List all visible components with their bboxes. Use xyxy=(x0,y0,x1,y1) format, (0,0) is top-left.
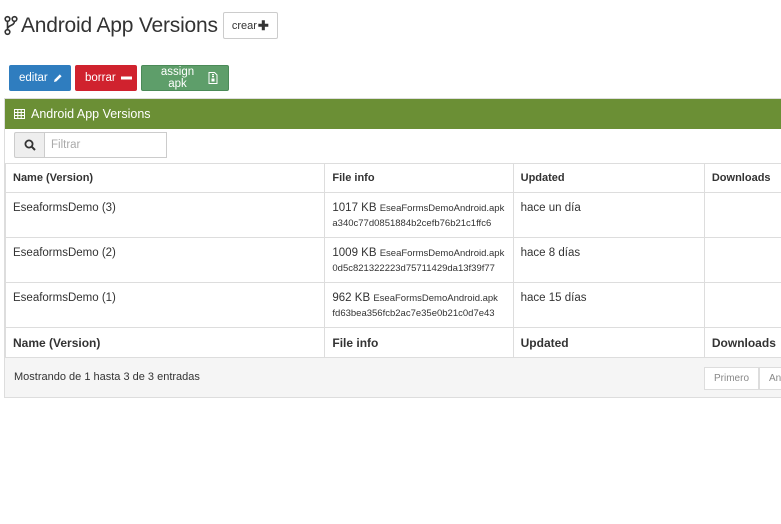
table-info-bar: Mostrando de 1 hasta 3 de 3 entradas Pri… xyxy=(5,357,781,397)
pagination-first[interactable]: Primero xyxy=(704,367,760,390)
footer-header-updated: Updated xyxy=(512,327,705,358)
cell-name: EseaformsDemo (3) xyxy=(4,192,326,238)
pencil-icon xyxy=(53,73,63,83)
edit-button-label: editar xyxy=(19,72,48,84)
footer-header-name: Name (Version) xyxy=(4,327,326,358)
assign-apk-button[interactable]: assign apk xyxy=(141,65,229,91)
entries-info: Mostrando de 1 hasta 3 de 3 entradas xyxy=(14,371,200,383)
file-name: EseaFormsDemoAndroid.apk xyxy=(379,203,505,214)
cell-file-info: 962 KB EseaFormsDemoAndroid.apk fd63bea3… xyxy=(324,282,514,328)
table-footer-row: Name (Version) File info Updated Downloa… xyxy=(4,327,781,358)
footer-header-file-info: File info xyxy=(324,327,514,358)
table-row[interactable]: EseaformsDemo (1) 962 KB EseaFormsDemoAn… xyxy=(4,282,781,328)
column-header-updated[interactable]: Updated xyxy=(512,163,705,193)
file-size: 1017 KB xyxy=(332,202,377,214)
panel-title: Android App Versions xyxy=(31,107,151,121)
action-bar: editar borrar assign apk xyxy=(9,65,229,91)
assign-apk-button-label: assign apk xyxy=(160,66,195,90)
cell-file-info: 1009 KB EseaFormsDemoAndroid.apk 0d5c821… xyxy=(324,237,514,283)
versions-panel: Android App Versions Name (Version) File… xyxy=(4,98,781,398)
filter-group xyxy=(14,132,167,158)
table-row[interactable]: EseaformsDemo (3) 1017 KB EseaFormsDemoA… xyxy=(4,192,781,238)
minus-icon xyxy=(120,73,132,83)
cell-name: EseaformsDemo (2) xyxy=(4,237,326,283)
table-header-row: Name (Version) File info Updated Downloa… xyxy=(4,163,781,193)
column-header-file-info[interactable]: File info xyxy=(324,163,514,193)
file-size: 1009 KB xyxy=(332,247,377,259)
file-hash: fd63bea356fcb2ac7e35e0b21c0d7e43 xyxy=(332,308,495,319)
table-icon xyxy=(14,109,25,119)
pagination-previous[interactable]: Ant xyxy=(759,367,781,390)
edit-button[interactable]: editar xyxy=(9,65,71,91)
file-archive-icon xyxy=(208,72,218,84)
cell-updated: hace un día xyxy=(512,192,705,238)
search-icon xyxy=(14,132,44,158)
panel-header: Android App Versions xyxy=(5,99,781,129)
pagination: Primero Ant xyxy=(704,367,781,390)
cell-downloads xyxy=(703,192,781,238)
plus-icon: ✚ xyxy=(257,17,269,33)
delete-button[interactable]: borrar xyxy=(75,65,137,91)
file-name: EseaFormsDemoAndroid.apk xyxy=(379,248,505,259)
table-row[interactable]: EseaformsDemo (2) 1009 KB EseaFormsDemoA… xyxy=(4,237,781,283)
file-hash: a340c77d0851884b2cefb76b21c1ffc6 xyxy=(332,218,492,229)
column-header-name[interactable]: Name (Version) xyxy=(4,163,326,193)
footer-header-downloads: Downloads xyxy=(703,327,781,358)
cell-file-info: 1017 KB EseaFormsDemoAndroid.apk a340c77… xyxy=(324,192,514,238)
file-hash: 0d5c821322223d75711429da13f39f77 xyxy=(332,263,495,274)
page-header: Android App Versions crear ✚ xyxy=(4,12,278,39)
branch-icon xyxy=(4,15,18,37)
create-button-label: crear xyxy=(231,19,257,32)
create-button[interactable]: crear ✚ xyxy=(222,12,278,39)
delete-button-label: borrar xyxy=(85,72,116,84)
column-header-downloads[interactable]: Downloads xyxy=(703,163,781,193)
cell-name: EseaformsDemo (1) xyxy=(4,282,326,328)
filter-input[interactable] xyxy=(44,132,167,158)
cell-downloads xyxy=(703,237,781,283)
cell-updated: hace 8 días xyxy=(512,237,705,283)
file-name: EseaFormsDemoAndroid.apk xyxy=(373,293,498,304)
page-title: Android App Versions xyxy=(21,13,218,37)
cell-updated: hace 15 días xyxy=(512,282,705,328)
cell-downloads xyxy=(703,282,781,328)
versions-table: Name (Version) File info Updated Downloa… xyxy=(4,163,781,358)
file-size: 962 KB xyxy=(332,292,371,304)
